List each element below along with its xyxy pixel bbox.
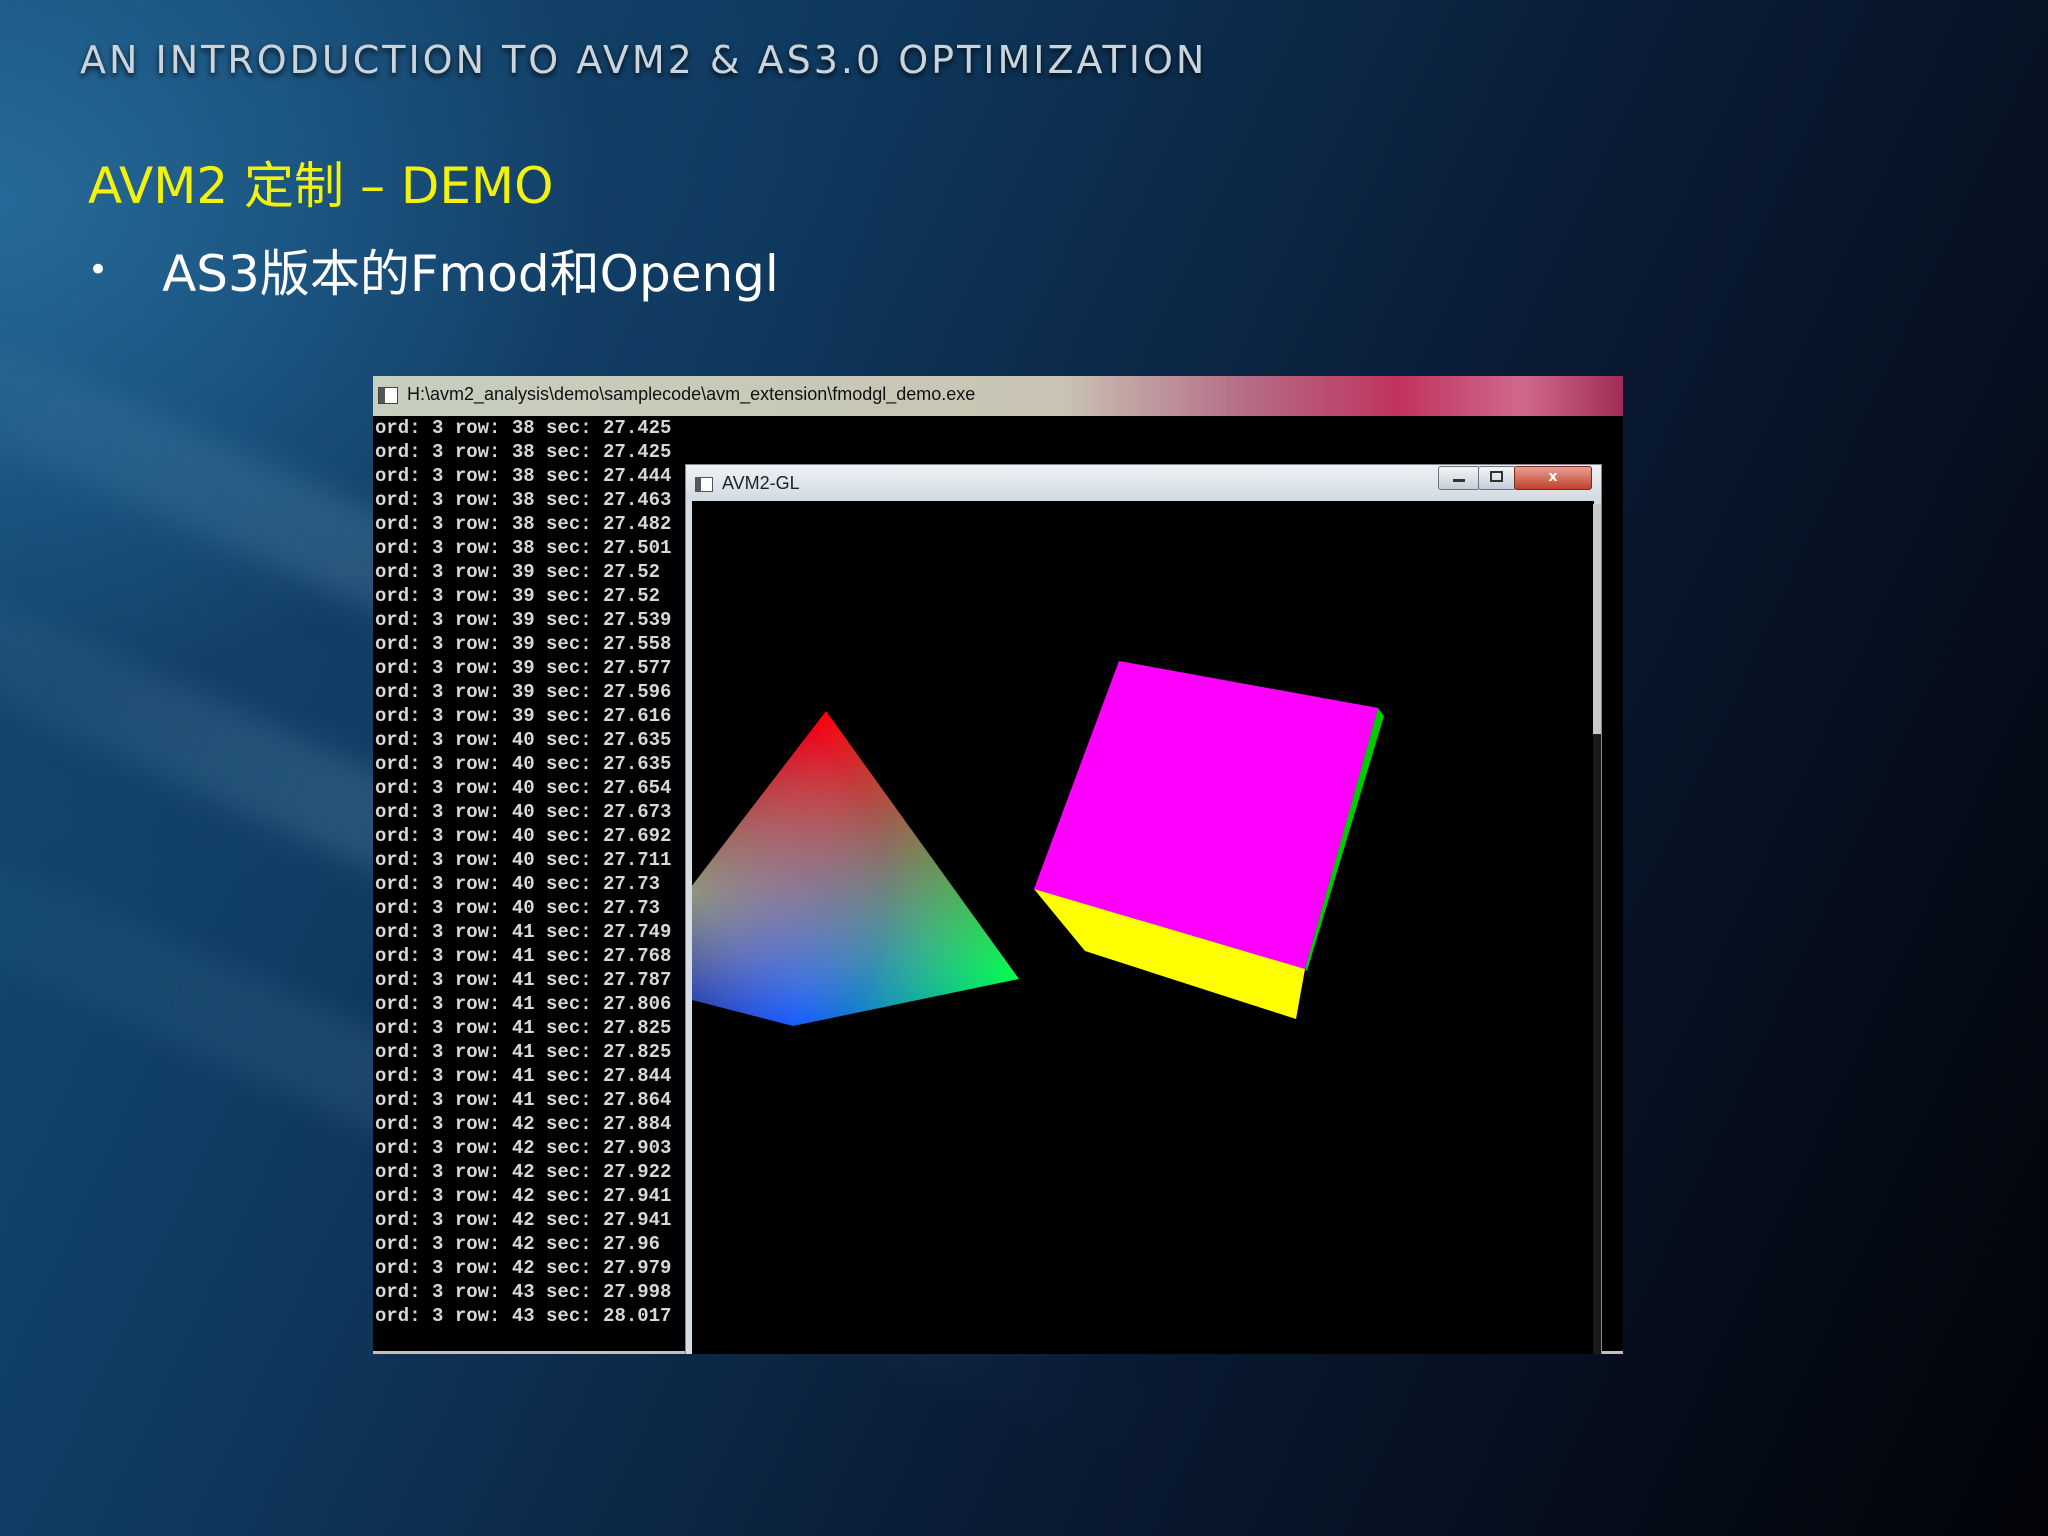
console-titlebar[interactable]: H:\avm2_analysis\demo\samplecode\avm_ext… — [373, 376, 1623, 416]
console-line: ord: 3 row: 40 sec: 27.635 — [375, 753, 672, 775]
gl-titlebar[interactable]: AVM2-GL x — [686, 465, 1601, 501]
gl-app-icon — [695, 477, 713, 492]
demo-screenshot: H:\avm2_analysis\demo\samplecode\avm_ext… — [373, 376, 1623, 1354]
console-title: H:\avm2_analysis\demo\samplecode\avm_ext… — [407, 384, 976, 404]
console-line: ord: 3 row: 40 sec: 27.654 — [375, 777, 672, 799]
gl-scene — [692, 661, 1384, 1026]
console-line: ord: 3 row: 40 sec: 27.673 — [375, 801, 672, 823]
gl-window: AVM2-GL x — [685, 464, 1602, 1354]
minimize-icon — [1453, 479, 1465, 482]
console-line: ord: 3 row: 41 sec: 27.806 — [375, 993, 672, 1015]
console-line: ord: 3 row: 41 sec: 27.825 — [375, 1041, 672, 1063]
console-line: ord: 3 row: 39 sec: 27.577 — [375, 657, 672, 679]
console-line: ord: 3 row: 42 sec: 27.979 — [375, 1257, 672, 1279]
pyramid — [692, 711, 1019, 1026]
bullet-dot-icon: • — [88, 250, 109, 290]
console-line: ord: 3 row: 39 sec: 27.616 — [375, 705, 672, 727]
close-icon: x — [1548, 469, 1558, 485]
console-line: ord: 3 row: 43 sec: 27.998 — [375, 1281, 672, 1303]
console-line: ord: 3 row: 41 sec: 27.787 — [375, 969, 672, 991]
gl-render-canvas[interactable] — [692, 501, 1594, 1354]
gl-scrollbar[interactable] — [1593, 504, 1601, 1354]
maximize-button[interactable] — [1478, 466, 1516, 490]
console-line: ord: 3 row: 40 sec: 27.711 — [375, 849, 672, 871]
console-line: ord: 3 row: 39 sec: 27.52 — [375, 585, 661, 607]
console-app-icon — [378, 387, 398, 404]
console-line: ord: 3 row: 40 sec: 27.635 — [375, 729, 672, 751]
console-line: ord: 3 row: 39 sec: 27.558 — [375, 633, 672, 655]
console-line: ord: 3 row: 38 sec: 27.425 — [375, 417, 672, 439]
bullet-item: • AS3版本的Fmod和Opengl — [88, 234, 779, 306]
console-line: ord: 3 row: 42 sec: 27.941 — [375, 1185, 672, 1207]
console-line: ord: 3 row: 40 sec: 27.692 — [375, 825, 672, 847]
scrollbar-thumb[interactable] — [1593, 504, 1601, 734]
console-line: ord: 3 row: 38 sec: 27.425 — [375, 441, 672, 463]
gl-window-title: AVM2-GL — [722, 473, 800, 493]
console-line: ord: 3 row: 38 sec: 27.501 — [375, 537, 672, 559]
console-line: ord: 3 row: 42 sec: 27.96 — [375, 1233, 661, 1255]
console-line: ord: 3 row: 39 sec: 27.52 — [375, 561, 661, 583]
console-line: ord: 3 row: 40 sec: 27.73 — [375, 873, 661, 895]
console-line: ord: 3 row: 41 sec: 27.768 — [375, 945, 672, 967]
console-line: ord: 3 row: 38 sec: 27.482 — [375, 513, 672, 535]
console-output: ord: 3 row: 38 sec: 27.425 ord: 3 row: 38… — [373, 416, 686, 1354]
console-line: ord: 3 row: 43 sec: 28.017 — [375, 1305, 672, 1327]
console-line: ord: 3 row: 38 sec: 27.444 — [375, 465, 672, 487]
close-button[interactable]: x — [1514, 466, 1592, 490]
console-line: ord: 3 row: 39 sec: 27.596 — [375, 681, 672, 703]
bullet-text: AS3版本的Fmod和Opengl — [162, 245, 779, 303]
console-line: ord: 3 row: 38 sec: 27.463 — [375, 489, 672, 511]
minimize-button[interactable] — [1438, 466, 1480, 490]
console-line: ord: 3 row: 42 sec: 27.941 — [375, 1209, 672, 1231]
console-line: ord: 3 row: 40 sec: 27.73 — [375, 897, 661, 919]
console-line: ord: 3 row: 41 sec: 27.749 — [375, 921, 672, 943]
console-line: ord: 3 row: 41 sec: 27.864 — [375, 1089, 672, 1111]
console-line: ord: 3 row: 41 sec: 27.825 — [375, 1017, 672, 1039]
maximize-icon — [1490, 471, 1503, 482]
console-line: ord: 3 row: 42 sec: 27.922 — [375, 1161, 672, 1183]
console-line: ord: 3 row: 42 sec: 27.884 — [375, 1113, 672, 1135]
console-line: ord: 3 row: 42 sec: 27.903 — [375, 1137, 672, 1159]
presentation-header: AN INTRODUCTION TO AVM2 & AS3.0 OPTIMIZA… — [80, 38, 1208, 82]
console-line: ord: 3 row: 39 sec: 27.539 — [375, 609, 672, 631]
cube — [1034, 661, 1384, 1019]
console-line: ord: 3 row: 41 sec: 27.844 — [375, 1065, 672, 1087]
slide-title: AVM2 定制 – DEMO — [88, 157, 554, 215]
